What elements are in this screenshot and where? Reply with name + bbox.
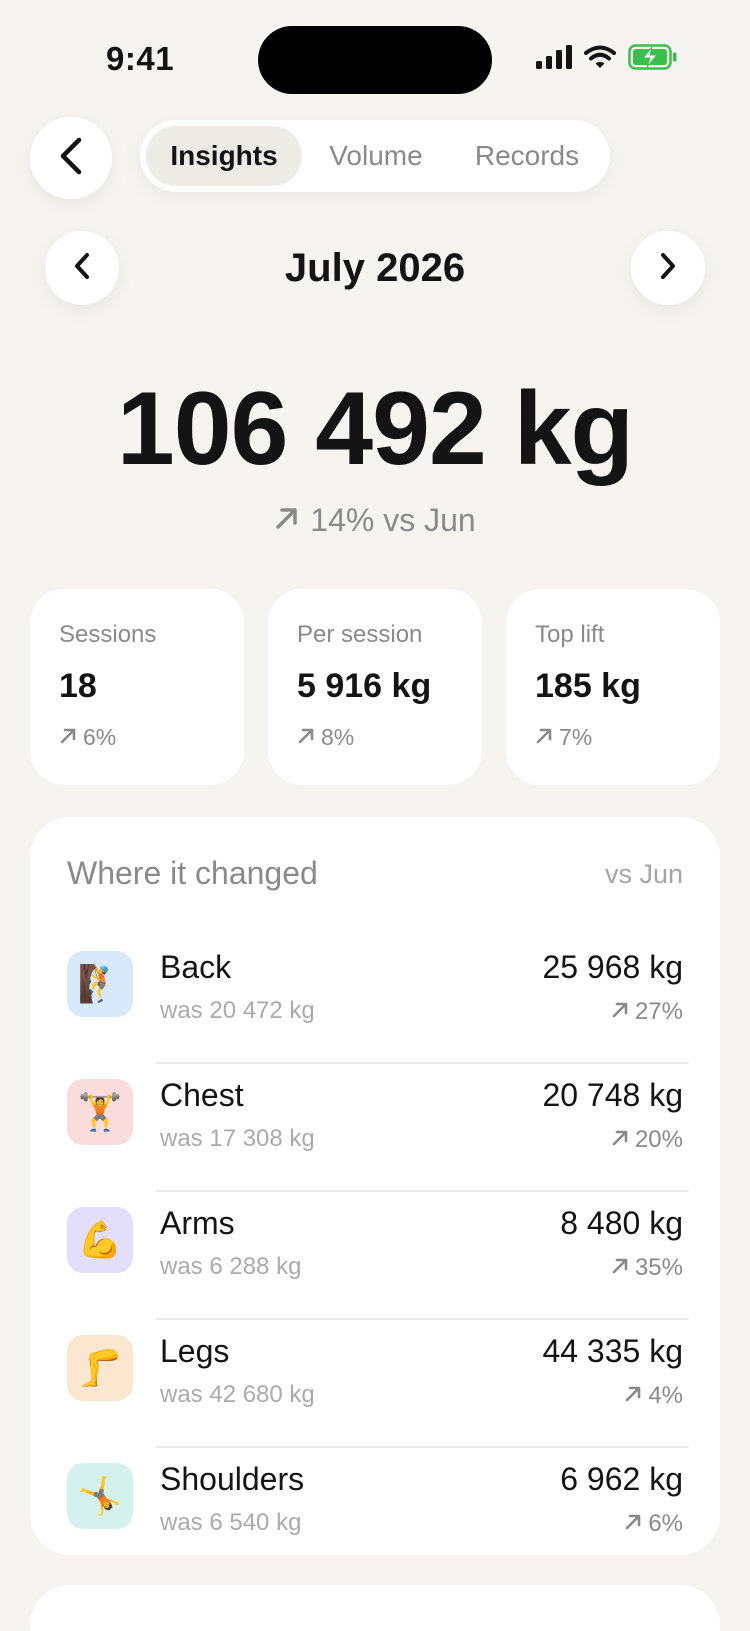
- current-volume: 6 962 kg: [560, 1461, 683, 1497]
- previous-volume: was 6 288 kg: [160, 1253, 302, 1280]
- total-change-text: 14% vs Jun: [310, 502, 476, 538]
- current-volume: 20 748 kg: [542, 1077, 683, 1113]
- comparison-label: vs Jun: [604, 859, 683, 889]
- stat-value: 185 kg: [535, 667, 641, 705]
- stat-change-text: 8%: [321, 724, 355, 750]
- dynamic-island: [258, 26, 492, 94]
- view-segmented-control: Insights Volume Records: [140, 120, 610, 192]
- leg-icon: 🦵: [67, 1335, 133, 1401]
- tab-volume[interactable]: Volume: [302, 126, 450, 186]
- stat-change: 6%: [59, 724, 244, 751]
- arrow-up-right-icon: [624, 1382, 642, 1410]
- tab-records[interactable]: Records: [450, 126, 604, 186]
- muscle-row-back[interactable]: 🧗 Back was 20 472 kg 25 968 kg 27%: [30, 936, 720, 1064]
- stat-label: Top lift: [535, 621, 605, 648]
- previous-volume: was 42 680 kg: [160, 1381, 315, 1408]
- stat-change: 8%: [297, 724, 482, 751]
- flexed-biceps-icon: 💪: [67, 1207, 133, 1273]
- stat-change: 7%: [535, 724, 720, 751]
- current-volume: 8 480 kg: [560, 1205, 683, 1241]
- arrow-up-right-icon: [624, 1510, 642, 1538]
- muscle-name: Arms: [160, 1205, 235, 1241]
- back-button[interactable]: [30, 117, 112, 199]
- section-title: Where it changed: [67, 855, 318, 891]
- arrow-up-right-icon: [274, 502, 300, 539]
- cellular-signal-icon: [536, 44, 572, 74]
- next-section-card: [30, 1585, 720, 1631]
- volume-change-text: 27%: [634, 998, 683, 1025]
- arrow-up-right-icon: [535, 724, 553, 751]
- muscle-row-chest[interactable]: 🏋️ Chest was 17 308 kg 20 748 kg 20%: [30, 1064, 720, 1192]
- total-change: 14% vs Jun: [0, 502, 750, 539]
- stat-value: 5 916 kg: [297, 667, 432, 705]
- arrow-up-right-icon: [611, 998, 629, 1026]
- stat-change-text: 7%: [559, 724, 593, 750]
- arrow-up-right-icon: [611, 1126, 629, 1154]
- volume-change: 35%: [611, 1254, 683, 1282]
- volume-change-text: 6%: [648, 1510, 683, 1537]
- current-volume: 44 335 kg: [542, 1333, 683, 1369]
- status-time: 9:41: [106, 40, 175, 77]
- volume-change: 4%: [624, 1382, 683, 1410]
- arrow-up-right-icon: [59, 724, 77, 751]
- battery-charging-icon: [628, 43, 678, 75]
- total-volume: 106 492 kg: [116, 371, 634, 487]
- volume-change-text: 4%: [648, 1382, 683, 1409]
- previous-volume: was 6 540 kg: [160, 1509, 302, 1536]
- stat-card-top-lift[interactable]: Top lift 185 kg 7%: [506, 589, 720, 785]
- previous-volume: was 17 308 kg: [160, 1125, 315, 1152]
- chevron-left-icon: [57, 136, 85, 181]
- changes-card: Where it changed vs Jun 🧗 Back was 20 47…: [30, 817, 720, 1555]
- volume-change: 20%: [611, 1126, 683, 1154]
- climber-icon: 🧗: [67, 951, 133, 1017]
- volume-change-text: 35%: [634, 1254, 683, 1281]
- stat-label: Per session: [297, 621, 423, 648]
- weightlifter-icon: 🏋️: [67, 1079, 133, 1145]
- muscle-name: Legs: [160, 1333, 230, 1369]
- cartwheel-icon: 🤸: [67, 1463, 133, 1529]
- tab-insights[interactable]: Insights: [146, 126, 302, 186]
- previous-volume: was 20 472 kg: [160, 997, 315, 1024]
- stat-card-sessions[interactable]: Sessions 18 6%: [30, 589, 244, 785]
- volume-change-text: 20%: [634, 1126, 683, 1153]
- wifi-icon: [584, 45, 616, 74]
- stat-change-text: 6%: [83, 724, 117, 750]
- muscle-row-arms[interactable]: 💪 Arms was 6 288 kg 8 480 kg 35%: [30, 1192, 720, 1320]
- volume-change: 6%: [624, 1510, 683, 1538]
- arrow-up-right-icon: [297, 724, 315, 751]
- status-bar: 9:41: [0, 0, 750, 110]
- muscle-name: Chest: [160, 1077, 244, 1113]
- status-icons: [536, 43, 678, 75]
- muscle-row-legs[interactable]: 🦵 Legs was 42 680 kg 44 335 kg 4%: [30, 1320, 720, 1448]
- chevron-right-icon: [658, 251, 678, 286]
- volume-change: 27%: [611, 998, 683, 1026]
- muscle-row-shoulders[interactable]: 🤸 Shoulders was 6 540 kg 6 962 kg 6%: [30, 1448, 720, 1576]
- arrow-up-right-icon: [611, 1254, 629, 1282]
- muscle-name: Back: [160, 949, 232, 985]
- stat-card-per-session[interactable]: Per session 5 916 kg 8%: [268, 589, 482, 785]
- current-volume: 25 968 kg: [542, 949, 683, 985]
- muscle-name: Shoulders: [160, 1461, 305, 1497]
- next-month-button[interactable]: [631, 231, 705, 305]
- stat-label: Sessions: [59, 621, 157, 648]
- stat-value: 18: [59, 667, 97, 705]
